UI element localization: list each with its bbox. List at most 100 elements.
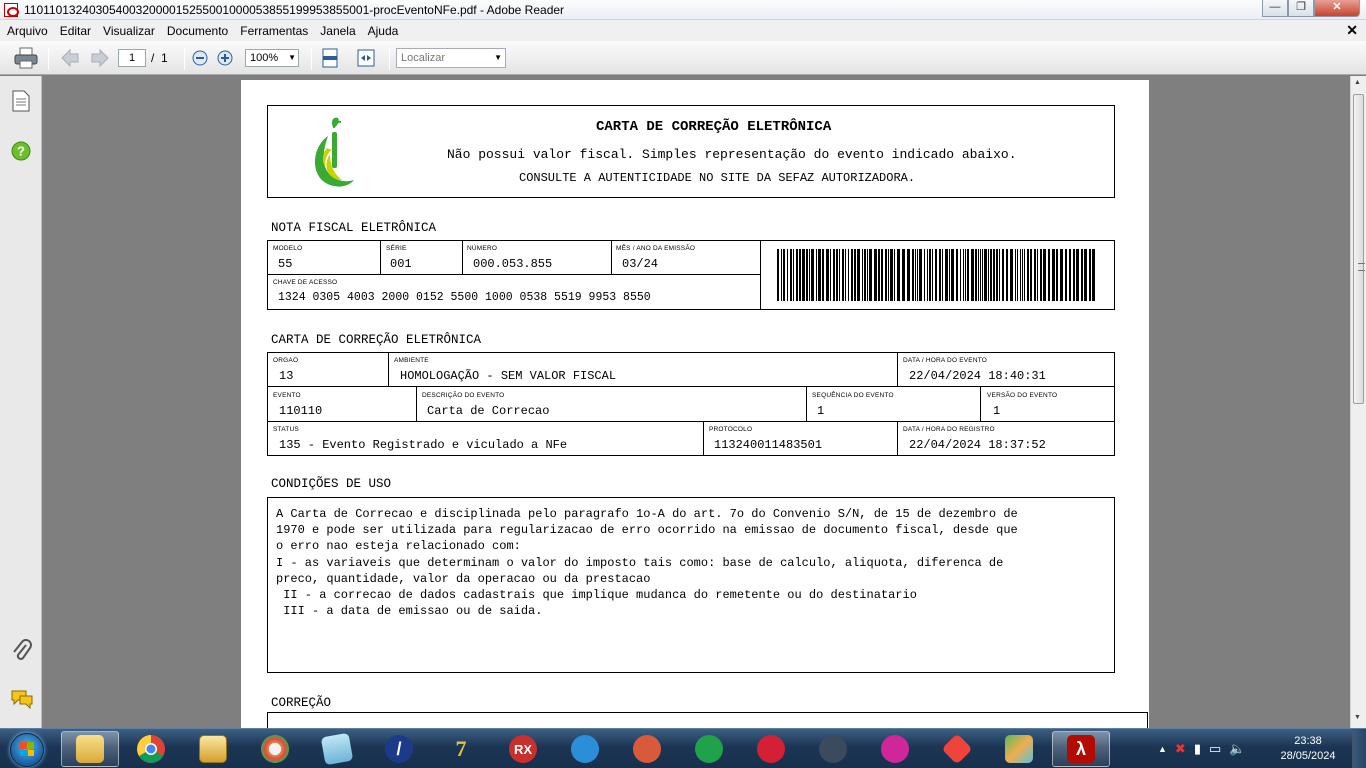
compass-icon: /	[385, 735, 413, 763]
versao-value: 1	[993, 404, 1001, 418]
taskbar-anydesk[interactable]	[928, 731, 986, 767]
menu-ferramentas[interactable]: Ferramentas	[240, 24, 308, 38]
taskbar-adobe-reader[interactable]: λ	[1052, 731, 1110, 767]
svg-text:?: ?	[17, 144, 25, 159]
menu-ajuda[interactable]: Ajuda	[368, 24, 399, 38]
remote-desktop-icon	[571, 735, 599, 763]
evento-label: EVENTO	[273, 392, 301, 399]
taskbar-remote-6[interactable]	[866, 731, 924, 767]
toolbar	[0, 41, 1366, 75]
anydesk-icon	[941, 733, 973, 765]
ambiente-label: AMBIENTE	[394, 357, 429, 364]
menu-visualizar[interactable]: Visualizar	[103, 24, 155, 38]
chevron-down-icon: ▼	[288, 53, 296, 62]
section-condicoes-title: CONDIÇÕES DE USO	[271, 477, 392, 491]
page-number-input[interactable]: 1	[118, 49, 146, 67]
section-cce-title: CARTA DE CORREÇÃO ELETRÔNICA	[271, 333, 482, 347]
volume-icon[interactable]: 🔈	[1229, 741, 1245, 757]
remote-desktop-icon	[757, 735, 785, 763]
chave-value: 1324 0305 4003 2000 0152 5500 1000 0538 …	[278, 291, 651, 304]
show-desktop-button[interactable]	[1352, 729, 1366, 768]
scroll-up-icon[interactable]: ▲	[1354, 79, 1361, 86]
chrome-icon	[137, 735, 165, 763]
barcode	[777, 249, 1095, 301]
zoom-select[interactable]: 100% ▼	[245, 49, 299, 67]
taskbar-paint[interactable]	[246, 731, 304, 767]
fit-width-icon[interactable]	[356, 48, 376, 68]
clock[interactable]: 23:38 28/05/2024	[1278, 734, 1338, 764]
next-page-icon[interactable]	[90, 49, 110, 67]
close-button[interactable]: ✕	[1314, 0, 1360, 17]
sequencia-value: 1	[817, 404, 825, 418]
window-controls: — ❐ ✕	[1262, 0, 1360, 17]
attachment-icon[interactable]	[11, 639, 33, 663]
fit-page-icon[interactable]	[320, 48, 340, 68]
picture-icon	[199, 735, 227, 763]
condicoes-text: A Carta de Correcao e disciplinada pelo …	[276, 507, 1018, 619]
find-input[interactable]: Localizar ▼	[396, 48, 506, 68]
modelo-value: 55	[278, 257, 293, 271]
taskbar-remote-2[interactable]	[618, 731, 676, 767]
serie-label: SÉRIE	[386, 245, 407, 252]
taskbar-app-6[interactable]: /	[370, 731, 428, 767]
chevron-down-icon[interactable]: ▼	[494, 49, 502, 67]
seven-zip-icon: 7	[455, 736, 467, 761]
page-total: / 1	[151, 51, 168, 65]
header-notice: Não possui valor fiscal. Simples represe…	[447, 147, 1017, 162]
taskbar: / 7 RX λ ▲ ✖ ▮ ▭ 🔈 23:38 28/05/2024	[0, 728, 1366, 768]
datahora-evento-value: 22/04/2024 18:40:31	[909, 369, 1046, 383]
zoom-out-icon[interactable]	[192, 50, 208, 66]
section-correcao-title: CORREÇÃO	[271, 696, 332, 710]
taskbar-rx[interactable]: RX	[494, 731, 552, 767]
clock-time: 23:38	[1294, 735, 1322, 747]
notepad-icon	[320, 732, 354, 766]
rx-icon: RX	[509, 735, 537, 763]
sequencia-label: SEQUÊNCIA DO EVENTO	[812, 392, 894, 399]
menu-editar[interactable]: Editar	[60, 24, 91, 38]
mes-ano-label: MÊS / ANO DA EMISSÃO	[616, 245, 696, 252]
close-document-icon[interactable]: ✕	[1346, 22, 1358, 39]
datahora-evento-label: DATA / HORA DO EVENTO	[903, 357, 988, 364]
network-error-icon[interactable]: ✖	[1175, 741, 1186, 757]
device-icon[interactable]: ▮	[1194, 741, 1201, 757]
status-value: 135 - Evento Registrado e viculado a NFe	[279, 438, 568, 452]
comments-icon[interactable]	[10, 689, 34, 709]
scroll-down-icon[interactable]: ▼	[1354, 714, 1361, 721]
system-tray: ▲ ✖ ▮ ▭ 🔈	[1150, 729, 1245, 768]
show-hidden-icons[interactable]: ▲	[1158, 744, 1167, 754]
scroll-thumb[interactable]	[1353, 94, 1365, 404]
vertical-scrollbar[interactable]: ▲ ▼	[1350, 76, 1366, 728]
taskbar-remote-3[interactable]	[680, 731, 738, 767]
orgao-value: 13	[279, 369, 294, 383]
minimize-button[interactable]: —	[1262, 0, 1288, 17]
taskbar-remote-4[interactable]	[742, 731, 800, 767]
taskbar-app-3[interactable]	[184, 731, 242, 767]
menu-documento[interactable]: Documento	[167, 24, 228, 38]
taskbar-remote-1[interactable]	[556, 731, 614, 767]
previous-page-icon[interactable]	[60, 49, 80, 67]
menu-janela[interactable]: Janela	[320, 24, 355, 38]
palette-icon	[261, 735, 289, 763]
taskbar-notepad[interactable]	[308, 731, 366, 767]
maximize-button[interactable]: ❐	[1288, 0, 1314, 17]
zoom-in-icon[interactable]	[217, 50, 233, 66]
orgao-label: ORGAO	[273, 357, 299, 364]
taskbar-explorer[interactable]	[61, 731, 119, 767]
start-button[interactable]	[3, 730, 53, 768]
taskbar-chrome[interactable]	[122, 731, 180, 767]
taskbar-app-15[interactable]	[990, 731, 1048, 767]
help-icon[interactable]: ?	[11, 141, 31, 161]
section-nfe-title: NOTA FISCAL ELETRÔNICA	[271, 221, 437, 235]
datahora-registro-value: 22/04/2024 18:37:52	[909, 438, 1046, 452]
menu-arquivo[interactable]: Arquivo	[7, 24, 48, 38]
display-icon[interactable]: ▭	[1209, 741, 1221, 757]
menu-bar: Arquivo Editar Visualizar Documento Ferr…	[0, 20, 1366, 41]
ambiente-value: HOMOLOGAÇÃO - SEM VALOR FISCAL	[400, 369, 617, 383]
modelo-label: MODELO	[273, 245, 303, 252]
taskbar-remote-5[interactable]	[804, 731, 862, 767]
mes-ano-value: 03/24	[622, 257, 659, 271]
pages-icon[interactable]	[11, 90, 31, 112]
taskbar-app-7[interactable]: 7	[432, 731, 490, 767]
print-icon[interactable]	[14, 47, 38, 69]
descricao-label: DESCRIÇÃO DO EVENTO	[422, 392, 505, 399]
